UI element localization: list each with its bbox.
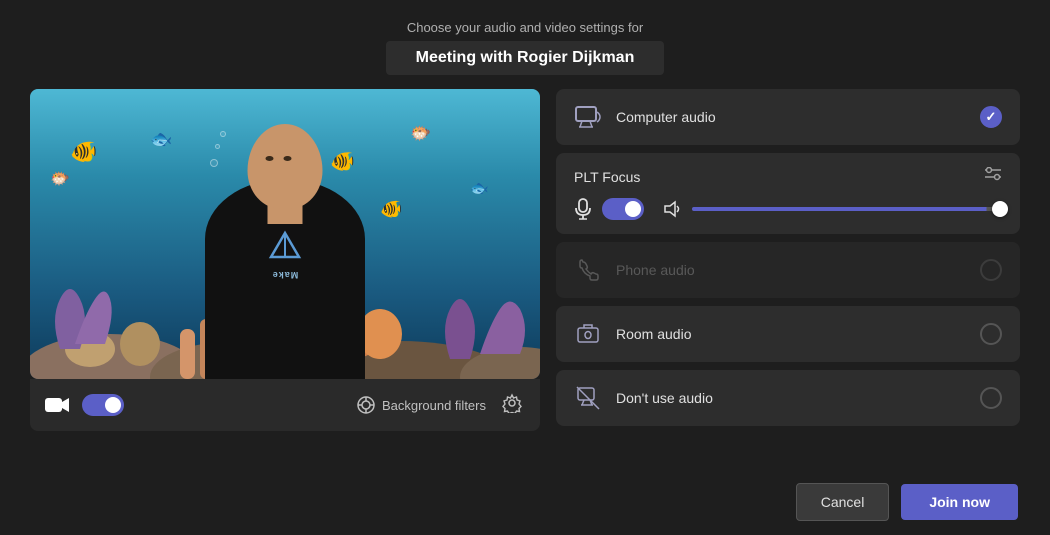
main-content: 🐠 🐡 🐟 🐠 🐡 🐟 🐠 [30, 89, 1020, 469]
computer-audio-check [980, 106, 1002, 128]
room-audio-label: Room audio [616, 326, 966, 342]
bottom-bar: Cancel Join now [0, 469, 1050, 535]
volume-slider[interactable] [692, 207, 1002, 211]
no-audio-icon [574, 384, 602, 412]
video-controls-bar: Background filters [30, 379, 540, 431]
phone-audio-icon [574, 256, 602, 284]
fish-3: 🐟 [150, 129, 172, 150]
header-subtitle: Choose your audio and video settings for [0, 20, 1050, 35]
computer-audio-option[interactable]: Computer audio [556, 89, 1020, 145]
fish-6: 🐟 [470, 179, 489, 197]
make-logo [267, 229, 303, 265]
microphone-icon [574, 198, 592, 220]
plt-audio-toggle-knob [625, 201, 641, 217]
computer-audio-icon [574, 103, 602, 131]
header: Choose your audio and video settings for… [0, 0, 1050, 89]
plt-controls [574, 198, 1002, 220]
room-audio-option[interactable]: Room audio [556, 306, 1020, 362]
room-audio-icon [574, 320, 602, 348]
plt-audio-toggle[interactable] [602, 198, 644, 220]
no-audio-label: Don't use audio [616, 390, 966, 406]
person-head [248, 124, 323, 209]
meeting-title: Meeting with Rogier Dijkman [416, 49, 635, 66]
no-audio-option[interactable]: Don't use audio [556, 370, 1020, 426]
video-panel: 🐠 🐡 🐟 🐠 🐡 🐟 🐠 [30, 89, 540, 431]
video-toggle-knob [105, 397, 121, 413]
phone-audio-option[interactable]: Phone audio [556, 242, 1020, 298]
plt-header: PLT Focus [574, 167, 1002, 186]
speaker-icon [662, 199, 682, 219]
aquarium-background: 🐠 🐡 🐟 🐠 🐡 🐟 🐠 [30, 89, 540, 379]
header-title-box: Meeting with Rogier Dijkman [386, 41, 665, 75]
phone-audio-check [980, 259, 1002, 281]
bubble-2 [215, 144, 220, 149]
plt-focus-section: PLT Focus [556, 153, 1020, 234]
volume-knob [992, 201, 1008, 217]
computer-audio-label: Computer audio [616, 109, 966, 125]
join-now-button[interactable]: Join now [901, 484, 1018, 520]
camera-icon [44, 395, 70, 415]
audio-settings-panel: Computer audio PLT Focus [556, 89, 1020, 426]
room-audio-check [980, 323, 1002, 345]
video-toggle[interactable] [82, 394, 124, 416]
background-filters-button[interactable]: Background filters [356, 395, 486, 415]
background-filters-label: Background filters [382, 398, 486, 413]
settings-gear-icon [502, 393, 522, 413]
no-audio-check [980, 387, 1002, 409]
video-container: 🐠 🐡 🐟 🐠 🐡 🐟 🐠 [30, 89, 540, 379]
cancel-button[interactable]: Cancel [796, 483, 890, 521]
fish-2: 🐡 [50, 169, 70, 189]
fish-5: 🐡 [410, 124, 431, 144]
plt-title: PLT Focus [574, 169, 640, 185]
video-settings-button[interactable] [498, 391, 526, 420]
person: Make [185, 159, 385, 379]
bg-filters-icon [356, 395, 376, 415]
fish-1: 🐠 [70, 139, 97, 165]
bubble-3 [220, 131, 226, 137]
plt-settings-icon[interactable] [984, 167, 1002, 186]
phone-audio-label: Phone audio [616, 262, 966, 278]
